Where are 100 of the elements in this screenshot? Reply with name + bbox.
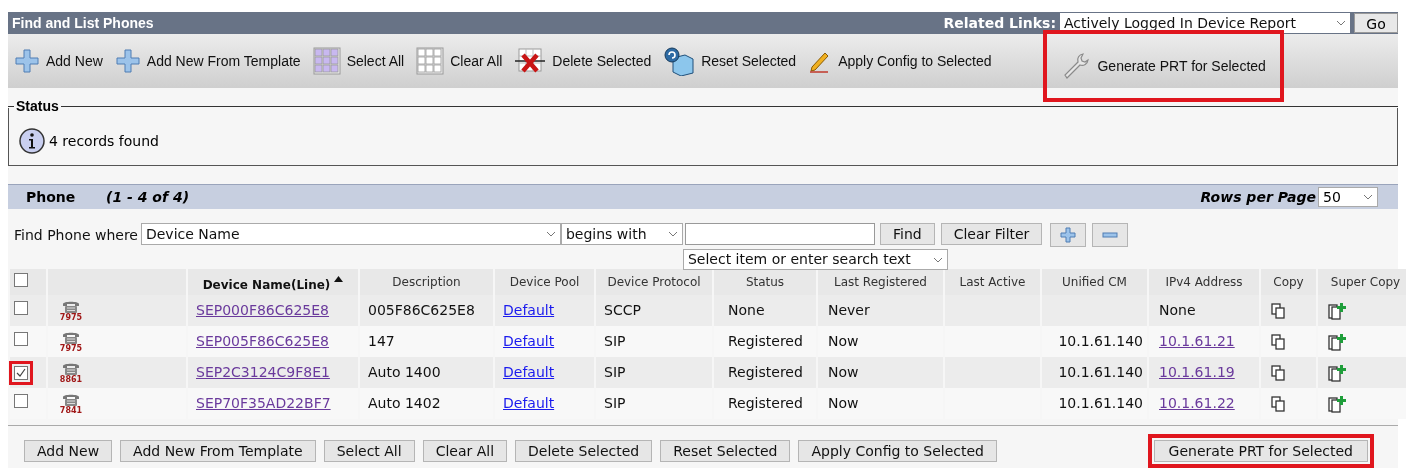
- ip-address-link[interactable]: 10.1.61.19: [1159, 364, 1235, 380]
- checkbox[interactable]: [14, 301, 28, 315]
- device-pool-link[interactable]: Default: [503, 333, 555, 349]
- column-header[interactable]: Device Protocol: [596, 269, 712, 295]
- remove-criteria-button[interactable]: [1092, 223, 1129, 247]
- column-header[interactable]: Device Name(Line): [188, 269, 358, 295]
- field-select[interactable]: Device Name: [140, 223, 561, 245]
- minus-icon: [1102, 232, 1119, 238]
- action-button[interactable]: Delete Selected: [515, 440, 653, 462]
- table-cell: None: [728, 302, 765, 318]
- toolbar-button[interactable]: Delete Selected: [512, 36, 654, 86]
- column-header[interactable]: IPv4 Address: [1149, 269, 1259, 295]
- device-name-link[interactable]: SEP70F35AD22BF7: [196, 395, 331, 411]
- action-button[interactable]: Add New: [24, 440, 113, 462]
- table-cell: Now: [828, 364, 859, 380]
- super-copy-icon[interactable]: [1328, 332, 1348, 351]
- device-name-link[interactable]: SEP000F86C625E8: [196, 302, 329, 318]
- super-copy-icon[interactable]: [1328, 301, 1348, 320]
- panel-title: Phone: [26, 187, 77, 207]
- status-legend: Status: [14, 96, 61, 117]
- column-header[interactable]: Last Active: [945, 269, 1040, 295]
- copy-icon[interactable]: [1271, 395, 1285, 412]
- copy-icon[interactable]: [1271, 364, 1285, 381]
- super-copy-icon[interactable]: [1328, 394, 1348, 413]
- super-copy-icon[interactable]: [1328, 363, 1348, 382]
- phone-model: 7975: [59, 313, 83, 322]
- phone-icon: [61, 392, 81, 407]
- toolbar-button[interactable]: Add New: [12, 36, 105, 86]
- table-cell: Auto 1402: [368, 395, 441, 411]
- action-button[interactable]: Add New From Template: [120, 440, 316, 462]
- action-button[interactable]: Apply Config to Selected: [798, 440, 997, 462]
- toolbar-button[interactable]: Select All: [310, 36, 407, 86]
- action-button[interactable]: Reset Selected: [660, 440, 791, 462]
- chevron-down-icon: [1336, 20, 1346, 26]
- grid-icon: [312, 47, 341, 75]
- toolbar-button[interactable]: Generate PRT for Selected: [1047, 34, 1280, 98]
- column-header[interactable]: Copy: [1261, 269, 1316, 295]
- device-pool-link[interactable]: Default: [503, 302, 555, 318]
- plus-icon: [14, 48, 40, 74]
- go-button[interactable]: Go: [1354, 13, 1398, 33]
- chevron-down-icon: [1363, 194, 1373, 200]
- table-cell: 10.1.61.140: [1058, 364, 1143, 380]
- column-header[interactable]: Super Copy: [1318, 269, 1406, 295]
- toolbar-button[interactable]: Add New From Template: [112, 36, 303, 86]
- action-button[interactable]: Select All: [323, 440, 415, 462]
- phone-icon: [61, 299, 81, 314]
- checkbox[interactable]: [14, 332, 28, 346]
- toolbar-button[interactable]: Clear All: [414, 36, 505, 86]
- operator-select[interactable]: begins with: [560, 223, 683, 245]
- reset-icon: [663, 46, 696, 76]
- copy-icon[interactable]: [1271, 302, 1285, 319]
- action-button[interactable]: Clear All: [422, 440, 508, 462]
- table-cell: 147: [368, 333, 395, 349]
- info-icon: [19, 128, 45, 154]
- related-links-select[interactable]: Actively Logged In Device Report: [1060, 13, 1350, 33]
- search-field[interactable]: [684, 223, 875, 245]
- ip-address-link[interactable]: 10.1.61.21: [1159, 333, 1235, 349]
- table-cell: Never: [828, 302, 870, 318]
- filter-label: Find Phone where: [14, 226, 138, 245]
- toolbar-button[interactable]: Reset Selected: [661, 36, 799, 86]
- checkbox[interactable]: [14, 365, 28, 380]
- checkbox[interactable]: [14, 273, 28, 287]
- rows-per-page-select[interactable]: 50: [1318, 187, 1378, 207]
- device-pool-link[interactable]: Default: [503, 364, 555, 380]
- column-header[interactable]: Device Pool: [495, 269, 594, 295]
- window-title: Find and List Phones: [12, 13, 154, 33]
- device-name-link[interactable]: SEP005F86C625E8: [196, 333, 329, 349]
- column-header[interactable]: Unified CM: [1042, 269, 1147, 295]
- column-header[interactable]: Status: [714, 269, 816, 295]
- column-header[interactable]: Last Registered: [818, 269, 943, 295]
- filter-button[interactable]: Find: [879, 223, 935, 245]
- phone-icon: [61, 330, 81, 345]
- table-cell: 10.1.61.140: [1058, 333, 1143, 349]
- table-cell: Registered: [728, 364, 803, 380]
- ip-address-link[interactable]: 10.1.61.22: [1159, 395, 1235, 411]
- delete-icon: [514, 47, 547, 75]
- table-cell: SIP: [604, 364, 626, 380]
- table-cell: SIP: [604, 333, 626, 349]
- plus-icon: [1060, 227, 1077, 243]
- add-criteria-button[interactable]: [1050, 223, 1087, 247]
- copy-icon[interactable]: [1271, 333, 1285, 350]
- phone-icon: [61, 361, 81, 376]
- sort-arrow-icon: [334, 276, 344, 283]
- phone-model: 7975: [59, 344, 83, 353]
- column-header[interactable]: Description: [360, 269, 493, 295]
- checkbox[interactable]: [14, 394, 28, 408]
- related-links-label: Related Links:: [943, 13, 1056, 33]
- table-cell: SCCP: [604, 302, 641, 318]
- action-button[interactable]: Generate PRT for Selected: [1153, 440, 1368, 462]
- toolbar-button[interactable]: Apply Config to Selected: [806, 36, 994, 86]
- checkmark-icon: [16, 367, 26, 378]
- phone-model: 8861: [59, 375, 83, 384]
- suggestion-select[interactable]: Select item or enter search text: [682, 249, 948, 270]
- device-name-link[interactable]: SEP2C3124C9F8E1: [196, 364, 330, 380]
- device-pool-link[interactable]: Default: [503, 395, 555, 411]
- chevron-down-icon: [667, 231, 678, 237]
- chevron-down-icon: [932, 256, 943, 263]
- filter-button[interactable]: Clear Filter: [940, 223, 1043, 245]
- phone-model: 7841: [59, 406, 83, 415]
- grid-icon: [416, 47, 445, 75]
